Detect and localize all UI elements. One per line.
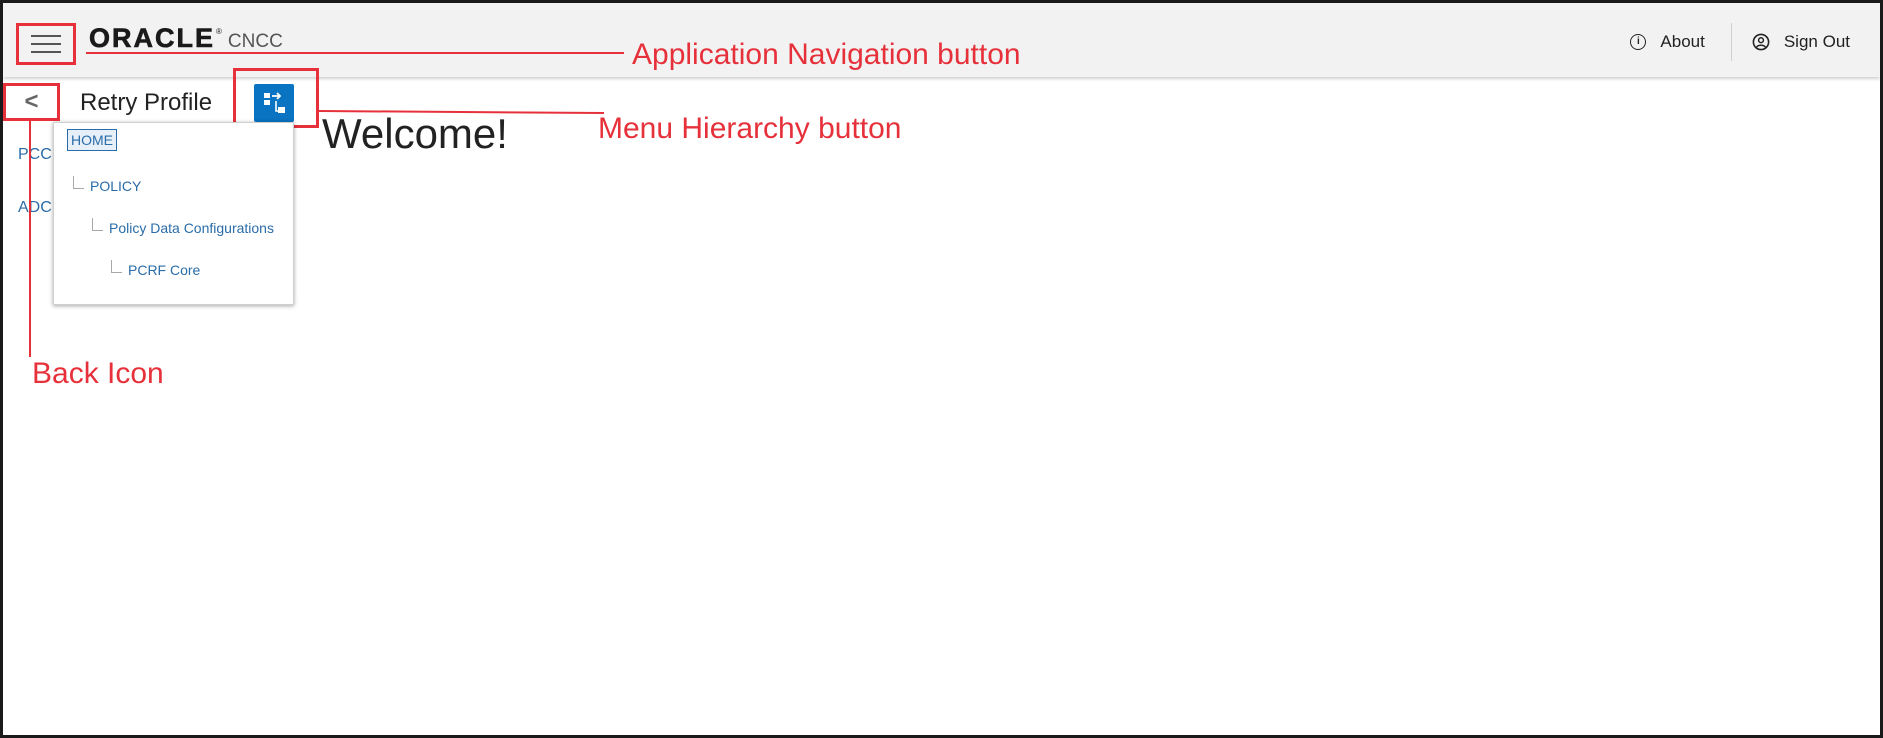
application-navigation-button[interactable]: [16, 23, 76, 65]
hamburger-icon-line: [31, 43, 61, 45]
oracle-logo: ORACLE ® CNCC: [89, 23, 283, 54]
hierarchy-item-policy-data-configurations[interactable]: Policy Data Configurations: [109, 220, 274, 236]
hamburger-icon: [31, 35, 61, 37]
sign-out-label: Sign Out: [1783, 32, 1850, 51]
sign-out-link[interactable]: Sign Out: [1752, 32, 1850, 52]
chevron-left-icon: <: [24, 88, 39, 115]
tree-connector: [73, 176, 84, 189]
page-title: Retry Profile: [80, 89, 213, 116]
annotation-app-nav: Application Navigation button: [632, 38, 1021, 71]
hamburger-icon-line: [31, 51, 61, 53]
back-button[interactable]: <: [3, 83, 60, 121]
hierarchy-item-home[interactable]: HOME: [67, 129, 117, 151]
logo-registered-mark: ®: [216, 27, 222, 36]
sidebar-item-adc[interactable]: ADC: [18, 199, 52, 217]
hierarchy-item-policy[interactable]: POLICY: [90, 178, 141, 194]
annotation-back-icon: Back Icon: [32, 357, 164, 390]
menu-hierarchy-popup: HOME POLICY Policy Data Configurations P…: [53, 122, 294, 305]
menu-hierarchy-icon: [264, 92, 285, 113]
tree-connector: [111, 260, 122, 273]
user-circle-icon: [1752, 33, 1770, 51]
hierarchy-item-pcrf-core[interactable]: PCRF Core: [128, 262, 200, 278]
header-divider: [1730, 23, 1732, 61]
about-link[interactable]: i About: [1630, 32, 1705, 52]
annotation-line-app-nav: [86, 52, 624, 54]
header-actions: i About Sign Out: [1630, 23, 1850, 61]
menu-hierarchy-button[interactable]: [254, 84, 294, 122]
info-icon: i: [1630, 34, 1647, 50]
welcome-heading: Welcome!: [322, 110, 508, 157]
app-name: CNCC: [227, 31, 283, 52]
sidebar-item-pcc[interactable]: PCC: [18, 146, 52, 164]
tree-connector: [92, 218, 103, 231]
annotation-line-back-icon: [29, 121, 31, 357]
annotation-menu-hierarchy: Menu Hierarchy button: [598, 112, 902, 145]
about-label: About: [1660, 32, 1705, 51]
logo-wordmark: ORACLE: [89, 23, 215, 54]
